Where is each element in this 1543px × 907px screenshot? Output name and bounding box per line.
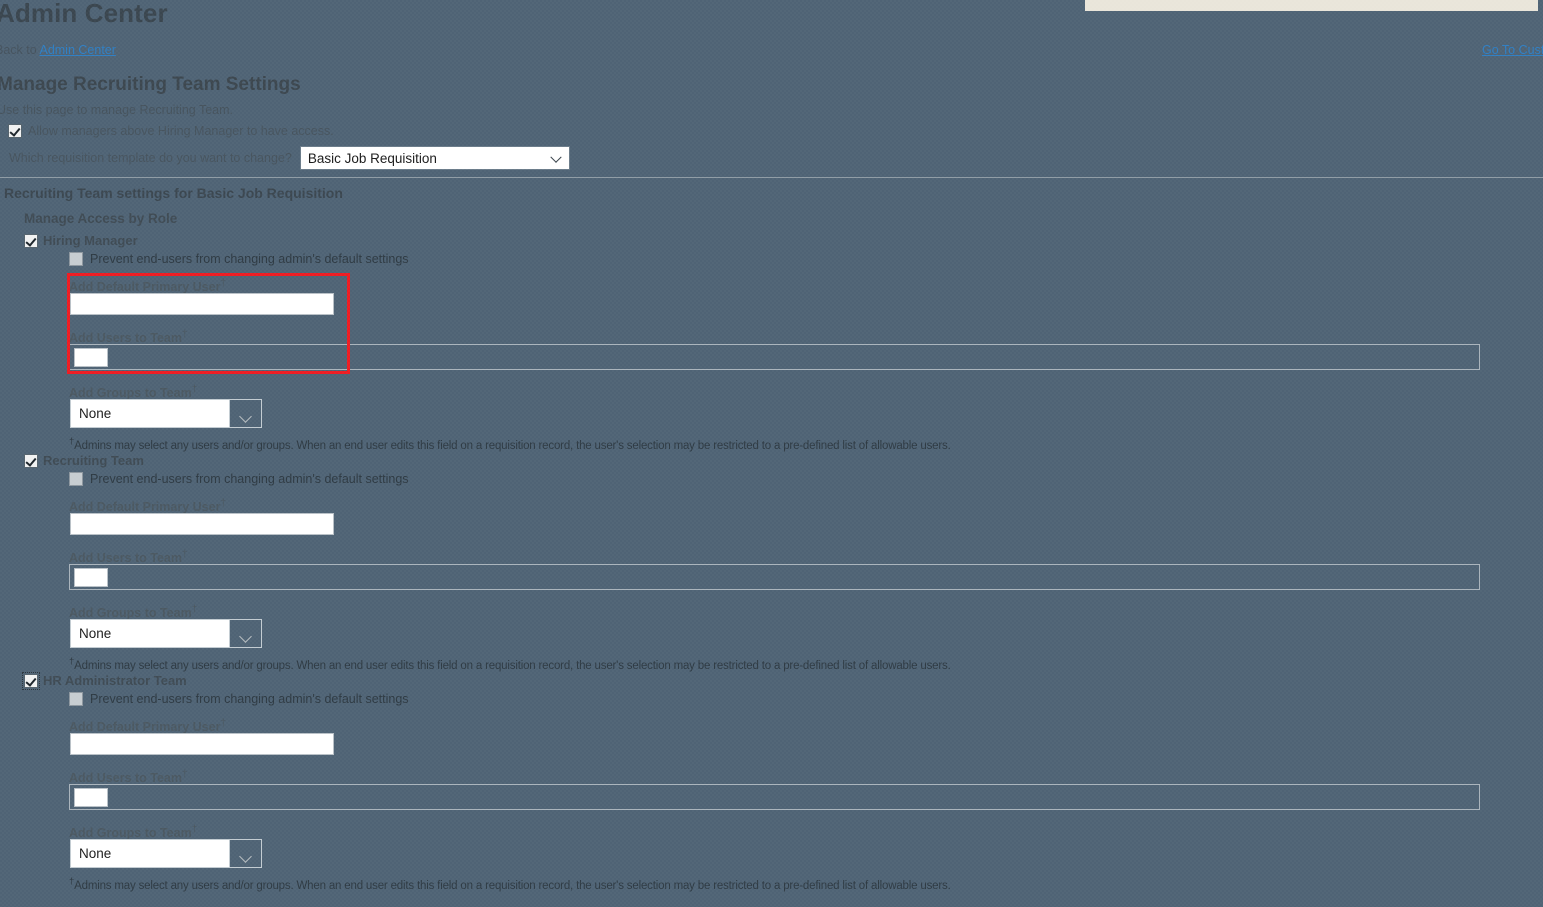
allow-managers-row[interactable]: Allow managers above Hiring Manager to h… bbox=[8, 124, 334, 138]
users-to-team-label: Add Users to Team† bbox=[69, 549, 188, 566]
groups-to-team-label: Add Groups to Team† bbox=[69, 604, 198, 621]
field-footnote: †Admins may select any users and/or grou… bbox=[69, 876, 951, 892]
users-to-team-field[interactable] bbox=[69, 344, 1480, 370]
prevent-endusers-row-1[interactable]: Prevent end-users from changing admin's … bbox=[69, 472, 409, 486]
checkbox-checked-icon bbox=[24, 233, 38, 248]
page-title: Manage Recruiting Team Settings bbox=[0, 74, 301, 95]
breadcrumb-prefix: Back to bbox=[0, 43, 37, 57]
allow-managers-checkbox[interactable] bbox=[8, 124, 22, 138]
default-primary-user-input[interactable] bbox=[70, 293, 334, 315]
users-to-team-input[interactable] bbox=[74, 788, 108, 807]
groups-to-team-value: None bbox=[71, 840, 229, 867]
section-title: Recruiting Team settings for Basic Job R… bbox=[4, 185, 343, 201]
default-primary-user-label: Add Default Primary User† bbox=[69, 718, 226, 735]
checkbox-unchecked-icon bbox=[69, 692, 83, 706]
checkbox-checked-icon bbox=[24, 673, 38, 688]
checkbox-unchecked-icon bbox=[69, 472, 83, 486]
default-primary-user-input[interactable] bbox=[70, 513, 334, 535]
users-to-team-field[interactable] bbox=[69, 564, 1480, 590]
users-to-team-input[interactable] bbox=[74, 568, 108, 587]
field-footnote: †Admins may select any users and/or grou… bbox=[69, 436, 951, 452]
chevron-down-icon[interactable] bbox=[229, 620, 261, 647]
chevron-down-icon[interactable] bbox=[229, 400, 261, 427]
prevent-endusers-label: Prevent end-users from changing admin's … bbox=[90, 472, 409, 486]
groups-to-team-select[interactable]: None bbox=[70, 839, 262, 868]
page-root: Admin Center Back to Admin Center Go To … bbox=[0, 0, 1543, 907]
users-to-team-input[interactable] bbox=[74, 348, 108, 367]
go-to-customize-application-security-link[interactable]: Go To Customize Application Security bbox=[1482, 43, 1543, 57]
users-to-team-field[interactable] bbox=[69, 784, 1480, 810]
requisition-template-value: Basic Job Requisition bbox=[307, 150, 437, 166]
prevent-endusers-row-0[interactable]: Prevent end-users from changing admin's … bbox=[69, 252, 409, 266]
field-footnote: †Admins may select any users and/or grou… bbox=[69, 656, 951, 672]
subsection-title: Manage Access by Role bbox=[24, 211, 178, 226]
users-to-team-label: Add Users to Team† bbox=[69, 769, 188, 786]
prevent-endusers-label: Prevent end-users from changing admin's … bbox=[90, 692, 409, 706]
users-to-team-label: Add Users to Team† bbox=[69, 329, 188, 346]
role-name-label: Hiring Manager bbox=[43, 233, 138, 248]
default-primary-user-input[interactable] bbox=[70, 733, 334, 755]
groups-to-team-select[interactable]: None bbox=[70, 619, 262, 648]
role-toggle-1[interactable]: Recruiting Team bbox=[24, 453, 144, 468]
role-enabled-checkbox[interactable] bbox=[22, 671, 40, 690]
prevent-endusers-checkbox[interactable] bbox=[69, 692, 83, 706]
template-question-label: Which requisition template do you want t… bbox=[9, 151, 292, 165]
default-primary-user-label: Add Default Primary User† bbox=[69, 498, 226, 515]
prevent-endusers-row-2[interactable]: Prevent end-users from changing admin's … bbox=[69, 692, 409, 706]
allow-managers-label: Allow managers above Hiring Manager to h… bbox=[28, 124, 334, 138]
role-toggle-0[interactable]: Hiring Manager bbox=[24, 233, 138, 248]
role-toggle-2[interactable]: HR Administrator Team bbox=[22, 671, 187, 690]
groups-to-team-label: Add Groups to Team† bbox=[69, 824, 198, 841]
breadcrumb-admin-center-link[interactable]: Admin Center bbox=[39, 43, 115, 57]
role-name-label: HR Administrator Team bbox=[43, 673, 187, 688]
default-primary-user-label: Add Default Primary User† bbox=[69, 278, 226, 295]
checkbox-checked-icon bbox=[8, 124, 22, 138]
role-enabled-checkbox[interactable] bbox=[24, 233, 38, 248]
groups-to-team-value: None bbox=[71, 400, 229, 427]
top-cream-bar bbox=[1085, 0, 1538, 11]
chevron-down-icon bbox=[550, 151, 562, 163]
requisition-template-select[interactable]: Basic Job Requisition bbox=[299, 146, 570, 170]
prevent-endusers-checkbox[interactable] bbox=[69, 252, 83, 266]
chevron-down-icon[interactable] bbox=[229, 840, 261, 867]
app-title: Admin Center bbox=[0, 0, 168, 28]
template-selector-row: Which requisition template do you want t… bbox=[9, 146, 570, 170]
prevent-endusers-label: Prevent end-users from changing admin's … bbox=[90, 252, 409, 266]
checkbox-checked-icon bbox=[24, 453, 38, 468]
role-name-label: Recruiting Team bbox=[43, 453, 144, 468]
groups-to-team-value: None bbox=[71, 620, 229, 647]
role-enabled-checkbox[interactable] bbox=[24, 453, 38, 468]
groups-to-team-label: Add Groups to Team† bbox=[69, 384, 198, 401]
page-subtitle: Use this page to manage Recruiting Team. bbox=[0, 103, 234, 117]
header-divider bbox=[0, 177, 1543, 178]
checkbox-unchecked-icon bbox=[69, 252, 83, 266]
prevent-endusers-checkbox[interactable] bbox=[69, 472, 83, 486]
groups-to-team-select[interactable]: None bbox=[70, 399, 262, 428]
breadcrumb: Back to Admin Center bbox=[0, 43, 116, 57]
